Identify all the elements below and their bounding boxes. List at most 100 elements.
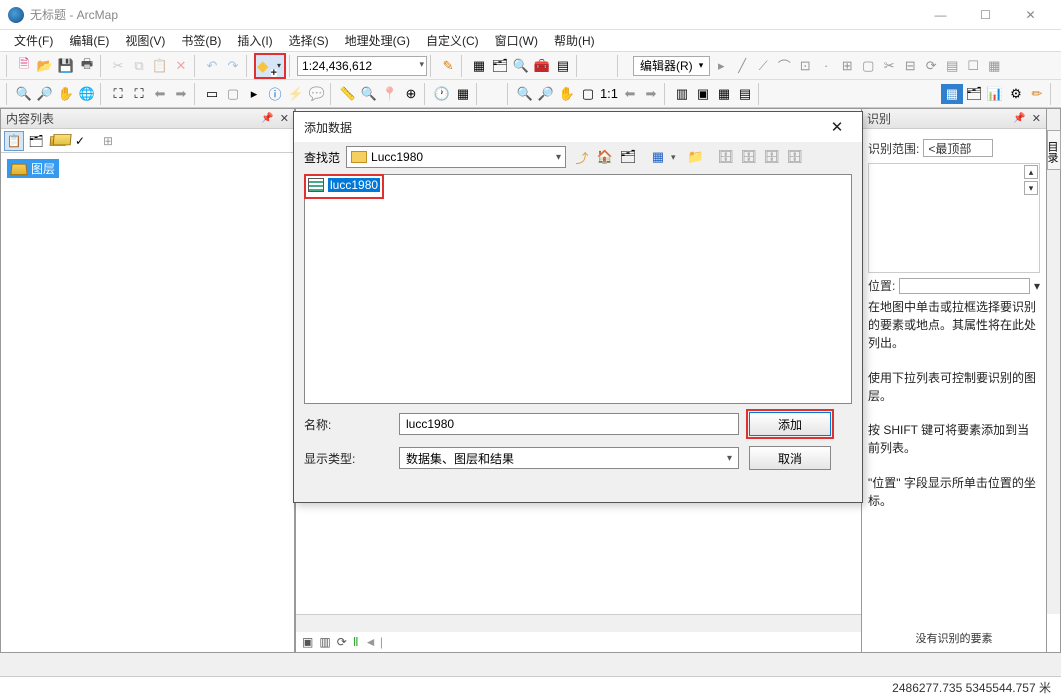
menu-view[interactable]: 视图(V) [117,30,173,51]
rotate-icon[interactable]: ⟳ [921,56,941,76]
pan-icon[interactable]: ✋ [56,84,76,104]
find-route-icon[interactable]: 📍 [380,84,400,104]
forward-extent-icon[interactable]: ➡ [171,84,191,104]
catalog-icon[interactable]: 🗂 [490,56,510,76]
add-button[interactable]: 添加 [749,412,831,436]
edit-icon[interactable]: ✏ [1027,84,1047,104]
find-icon[interactable]: 🔍 [359,84,379,104]
close-button[interactable]: ✕ [1008,0,1053,30]
identify-icon[interactable]: ⓘ [265,84,285,104]
time-slider-icon[interactable]: 🕐 [432,84,452,104]
search-icon[interactable]: 🔍 [511,56,531,76]
list-by-source-icon[interactable]: 🗂 [26,131,46,151]
create-viewer-icon[interactable]: ▦ [453,84,473,104]
up-one-level-icon[interactable]: ⤴ [572,147,592,167]
close-identify-icon[interactable]: ✕ [1032,112,1041,125]
menu-edit[interactable]: 编辑(E) [61,30,117,51]
lookin-folder-select[interactable]: Lucc1980 ▾ [346,146,566,168]
new-personal-gdb-icon[interactable]: 🗄 [739,147,759,167]
list-view-icon[interactable]: ▦ [648,147,668,167]
layout-whole-icon[interactable]: ▢ [578,84,598,104]
fixed-zoom-out-icon[interactable]: ⛶ [129,84,149,104]
python-icon[interactable]: ▤ [553,56,573,76]
menu-windows[interactable]: 窗口(W) [487,30,546,51]
arctoolbox-icon[interactable]: 🧰 [532,56,552,76]
identify-tree-expand-icon[interactable]: ▴ [1024,165,1038,179]
edit-vertices-icon[interactable]: ⊞ [837,56,857,76]
undo-icon[interactable]: ↶ [202,56,222,76]
go-to-xy-icon[interactable]: ⊕ [401,84,421,104]
data-driven-pages-icon[interactable]: ▤ [735,84,755,104]
save-icon[interactable]: 💾 [56,56,76,76]
new-doc-icon[interactable]: 🗎 [14,56,34,76]
toc-tree[interactable]: 图层 [1,153,294,184]
chevron-down-icon[interactable]: ▾ [727,453,732,464]
chevron-down-icon[interactable]: ▾ [556,152,561,163]
cut-icon[interactable]: ✂ [108,56,128,76]
open-icon[interactable]: 📂 [35,56,55,76]
toolbars-icon[interactable]: ▦ [469,56,489,76]
file-list[interactable]: lucc1980 [304,174,852,404]
clear-selection-icon[interactable]: ▢ [223,84,243,104]
measure-icon[interactable]: 📏 [338,84,358,104]
attributes-icon[interactable]: ▤ [942,56,962,76]
close-toc-icon[interactable]: ✕ [280,112,289,125]
sketch-properties-icon[interactable]: ☐ [963,56,983,76]
list-by-drawing-order-icon[interactable]: 📋 [4,131,24,151]
connect-folder-icon[interactable]: 🗂 [618,147,638,167]
minimize-button[interactable]: — [918,0,963,30]
list-item-lucc1980[interactable]: lucc1980 [308,178,380,192]
change-layout-icon[interactable]: ▦ [714,84,734,104]
maximize-button[interactable]: ☐ [963,0,1008,30]
create-features-icon[interactable]: ▦ [984,56,1004,76]
trace-icon[interactable]: ⊡ [795,56,815,76]
layers-root-item[interactable]: 图层 [7,159,59,178]
editor-toolbar-icon[interactable]: ✎ [438,56,458,76]
scale-combo[interactable]: 1:24,436,612 ▾ [297,56,427,76]
catalog-tab[interactable]: 目录 [1047,130,1061,170]
pause-drawing-icon[interactable]: Ⅱ [353,635,359,649]
identify-location-units-icon[interactable]: ▾ [1034,279,1040,293]
data-view-tab[interactable]: ▣ [302,635,313,649]
identify-tree-collapse-icon[interactable]: ▾ [1024,181,1038,195]
straight-segment-icon[interactable]: ⟋ [753,56,773,76]
edit-annotation-icon[interactable]: ╱ [732,56,752,76]
cut-polygons-icon[interactable]: ✂ [879,56,899,76]
layout-100-icon[interactable]: 1:1 [599,84,619,104]
zoom-in-icon[interactable]: 🔍 [14,84,34,104]
add-connection-icon[interactable]: 🗄 [762,147,782,167]
layout-view-tab[interactable]: ▥ [319,635,330,649]
type-select[interactable]: 数据集、图层和结果 ▾ [399,447,739,469]
menu-customize[interactable]: 自定义(C) [418,30,487,51]
layout-zoom-out-icon[interactable]: 🔎 [536,84,556,104]
focus-data-frame-icon[interactable]: ▣ [693,84,713,104]
menu-insert[interactable]: 插入(I) [229,30,280,51]
layer-icon-1[interactable]: 🗂 [964,84,984,104]
options-icon[interactable]: ⊞ [98,131,118,151]
copy-icon[interactable]: ⧉ [129,56,149,76]
editor-dropdown[interactable]: 编辑器(R) ▾ [633,56,710,76]
zoom-out-icon[interactable]: 🔎 [35,84,55,104]
arc-segment-icon[interactable]: ⌒ [774,56,794,76]
delete-icon[interactable]: ✕ [171,56,191,76]
dialog-close-button[interactable]: ✕ [822,112,852,142]
name-input[interactable]: lucc1980 [399,413,739,435]
pin-identify-icon[interactable]: 📌 [1013,113,1025,124]
point-icon[interactable]: · [816,56,836,76]
menu-help[interactable]: 帮助(H) [546,30,603,51]
full-extent-icon[interactable]: 🌐 [77,84,97,104]
chevron-down-icon[interactable]: ▾ [419,59,424,70]
split-icon[interactable]: ⊟ [900,56,920,76]
reshape-icon[interactable]: ▢ [858,56,878,76]
menu-file[interactable]: 文件(F) [6,30,61,51]
new-folder-icon[interactable]: 📁 [686,147,706,167]
home-icon[interactable]: 🏠 [595,147,615,167]
layout-forward-icon[interactable]: ➡ [641,84,661,104]
select-elements-icon[interactable]: ▸ [244,84,264,104]
paste-icon[interactable]: 📋 [150,56,170,76]
menu-geoprocessing[interactable]: 地理处理(G) [337,30,418,51]
toggle-draft-icon[interactable]: ▥ [672,84,692,104]
list-by-selection-icon[interactable]: ✓ [70,131,90,151]
menu-selection[interactable]: 选择(S) [281,30,337,51]
cancel-button[interactable]: 取消 [749,446,831,470]
